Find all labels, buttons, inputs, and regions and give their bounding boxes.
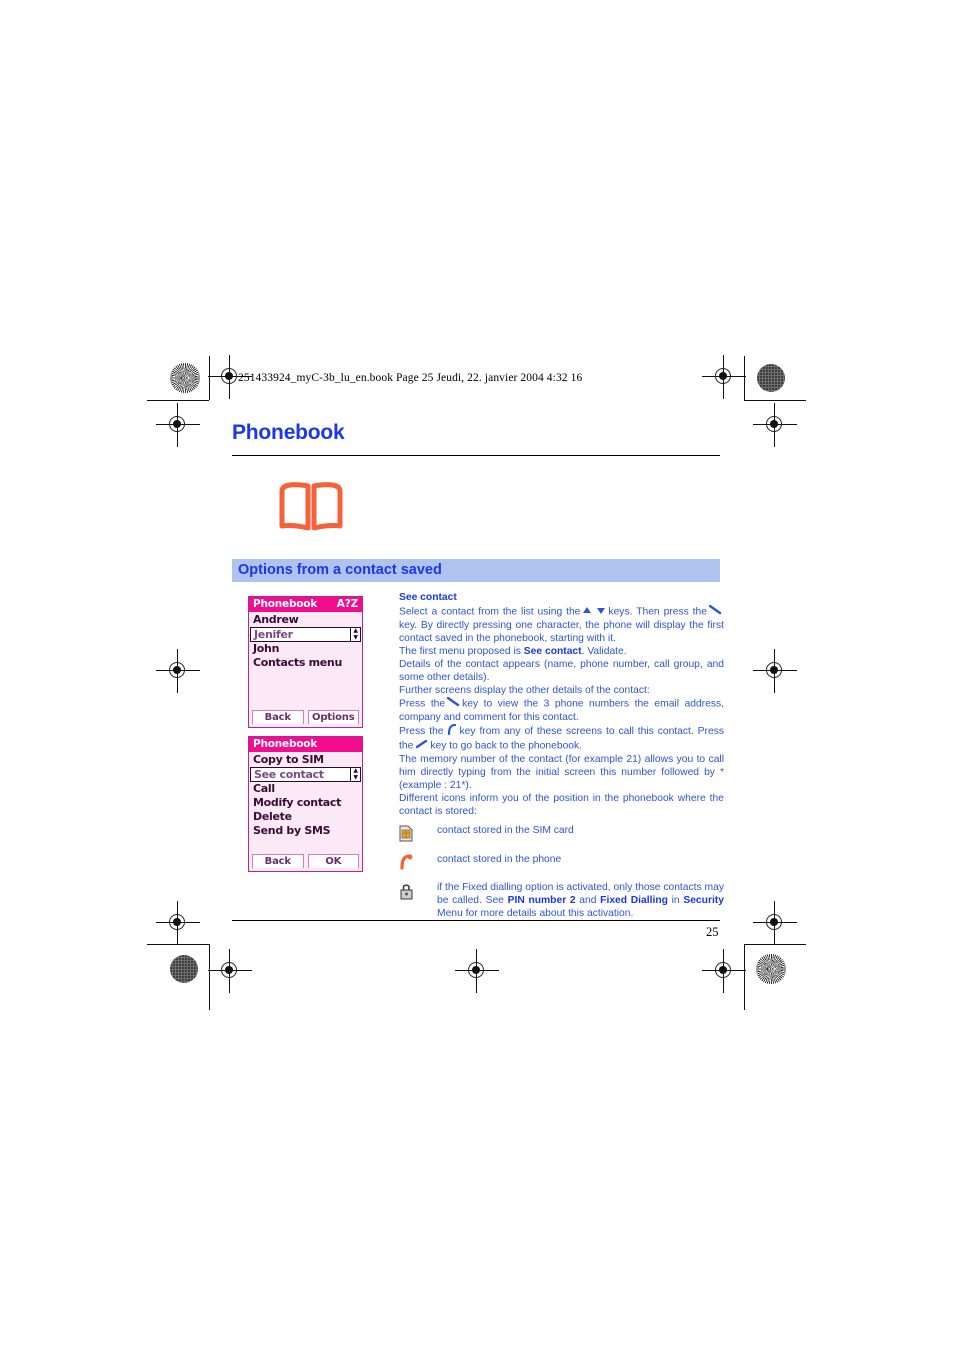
storage-icon-legend: contact stored in the SIM card contact s… [399, 824, 724, 920]
legend-text-part: and [579, 895, 597, 906]
section-title: Options from a contact saved [238, 562, 442, 578]
footer-divider [232, 920, 720, 922]
para-text: key to go back to the phonebook. [430, 740, 583, 752]
para-text: keys. Then press the [608, 606, 707, 618]
menu-item[interactable]: Call [249, 782, 362, 796]
phone-screen-body: Copy to SIM See contact ▲ ▼ Call Modify c… [249, 752, 362, 852]
softkey-left[interactable]: Back [252, 710, 304, 724]
softkey-left[interactable]: Back [252, 854, 304, 868]
scrollbar[interactable]: ▲ ▼ [350, 628, 360, 641]
menu-item-selected[interactable]: See contact ▲ ▼ [250, 767, 361, 782]
open-book-icon [278, 481, 344, 533]
menu-item[interactable]: Modify contact [249, 796, 362, 810]
legend-text-part: in [671, 895, 680, 906]
paragraph-different-icons: Different icons inform you of the positi… [399, 793, 724, 817]
pickup-key-icon [708, 604, 722, 619]
paragraph-press-key-call: Press the key from any of these screens t… [399, 723, 724, 753]
page-title: Phonebook [232, 421, 345, 444]
scrollbar[interactable]: ▲ ▼ [350, 768, 360, 781]
menu-item[interactable]: Send by SMS [249, 824, 362, 838]
call-key-icon [446, 723, 458, 739]
bold-security: Security [683, 895, 724, 906]
down-arrow-key-icon [596, 606, 606, 619]
icon-cell [399, 824, 437, 846]
menu-item-label: See contact [254, 768, 324, 781]
legend-text-phone: contact stored in the phone [437, 854, 562, 865]
softkey-right[interactable]: Options [307, 710, 359, 724]
softkey-right[interactable]: OK [307, 854, 359, 868]
para-text: . Validate. [581, 646, 627, 657]
file-stamp: 251433924_myC-3b_lu_en.book Page 25 Jeud… [238, 372, 583, 384]
bold-fixed-dialling: Fixed Dialling [600, 895, 668, 906]
list-item-label: Jenifer [254, 628, 293, 641]
menu-item[interactable]: Delete [249, 810, 362, 824]
paragraph-further-screens: Further screens display the other detail… [399, 685, 650, 696]
title-divider [232, 455, 720, 457]
list-item[interactable]: John [249, 642, 362, 656]
bold-pin-number-2: PIN number 2 [507, 895, 576, 906]
sim-card-icon [399, 825, 413, 846]
legend-row-sim: contact stored in the SIM card [399, 824, 724, 846]
phone-screen-body: Andrew Jenifer ▲ ▼ John Contacts menu [249, 612, 362, 708]
body-text-column: See contact Select a contact from the li… [399, 591, 724, 927]
document-page: 251433924_myC-3b_lu_en.book Page 25 Jeud… [0, 0, 954, 1351]
list-item[interactable]: Contacts menu [249, 656, 362, 670]
para-text: key. By directly pressing one character,… [399, 620, 724, 644]
legend-text-part: Menu for more details about this activat… [437, 908, 634, 919]
legend-row-phone: contact stored in the phone [399, 853, 724, 874]
up-arrow-key-icon [582, 606, 592, 619]
para-text: Select a contact from the list using the [399, 606, 581, 618]
phone-handset-icon [399, 854, 414, 874]
para-text: The first menu proposed is [399, 646, 521, 657]
paragraph-memory-number: The memory number of the contact (for ex… [399, 754, 724, 791]
padlock-icon [399, 882, 414, 904]
icon-cell [399, 881, 437, 904]
paragraph-first-menu: The first menu proposed is See contact. … [399, 645, 724, 658]
legend-text-fixed-dialling: if the Fixed dialling option is activate… [437, 881, 724, 920]
sub-heading: See contact [399, 592, 457, 603]
paragraph-press-key-view: Press the key to view the 3 phone numbers… [399, 696, 724, 724]
list-item-selected[interactable]: Jenifer ▲ ▼ [250, 627, 361, 642]
hangup-key-icon [415, 739, 428, 753]
bold-see-contact: See contact [523, 646, 582, 657]
softkey-bar: Back Options [249, 708, 362, 727]
list-item[interactable]: Andrew [249, 613, 362, 627]
menu-item[interactable]: Copy to SIM [249, 753, 362, 767]
pickup-key-icon [446, 696, 460, 711]
para-text: Press the [399, 698, 446, 710]
legend-text-sim: contact stored in the SIM card [437, 825, 574, 836]
icon-cell [399, 853, 437, 874]
phone-screen-title-right: A?Z [336, 598, 358, 610]
phone-screen-title: Phonebook [253, 738, 318, 750]
legend-row-fixed-dialling: if the Fixed dialling option is activate… [399, 881, 724, 920]
page-number: 25 [706, 925, 719, 939]
contact-options-screen: Phonebook Copy to SIM See contact ▲ ▼ Cal… [248, 736, 363, 872]
contact-list-screen: Phonebook A?Z Andrew Jenifer ▲ ▼ John Con… [248, 596, 363, 728]
softkey-bar: Back OK [249, 852, 362, 871]
para-text: Press the [399, 726, 444, 738]
paragraph-details: Details of the contact appears (name, ph… [399, 659, 724, 683]
phone-screen-title: Phonebook [253, 598, 318, 610]
paragraph-select-contact: Select a contact from the list using the… [399, 604, 724, 645]
phone-screen-title-bar: Phonebook A?Z [249, 597, 362, 612]
phone-screen-title-bar: Phonebook [249, 737, 362, 752]
